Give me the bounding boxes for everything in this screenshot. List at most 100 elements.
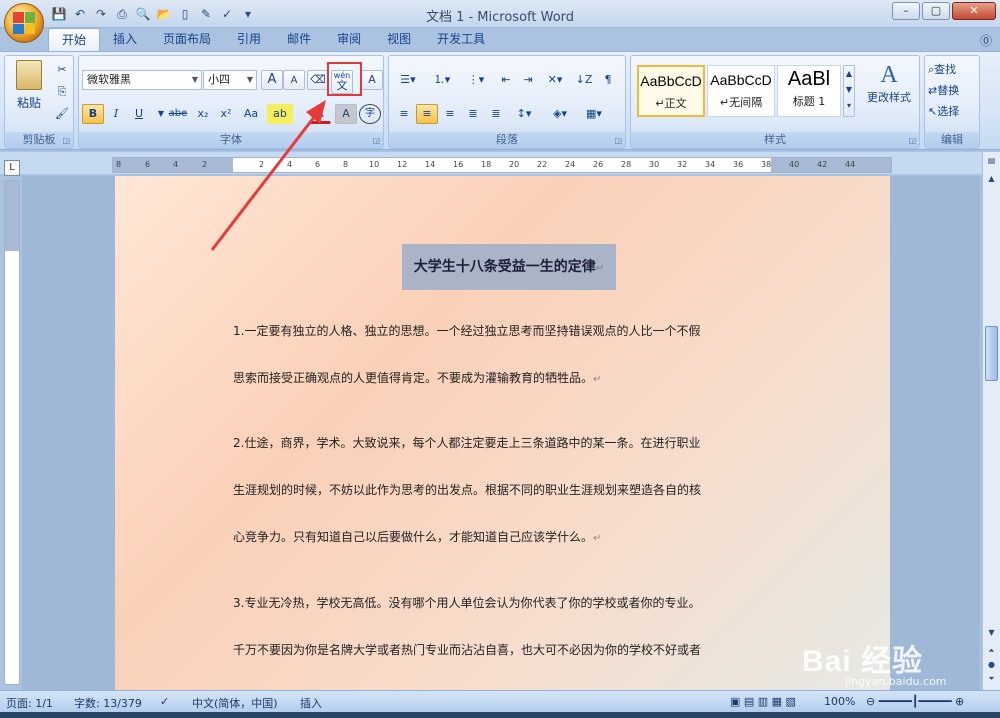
underline-button[interactable]: U [128,104,150,124]
clipboard-group: 粘贴 ✂ ⎘ 🖌 剪贴板 ◲ [4,55,74,149]
highlight-color-icon[interactable]: ab [267,104,293,124]
insert-mode[interactable]: 插入 [300,695,322,711]
clear-format-icon[interactable]: ⌫ [307,70,329,90]
vruler-top-margin [5,181,19,251]
change-styles-button[interactable]: A 更改样式 [861,62,917,105]
office-button[interactable] [4,3,44,43]
select-button[interactable]: ↖选择 [927,102,979,122]
sort-icon[interactable]: ↓Z [573,70,595,90]
tab-home[interactable]: 开始 [48,28,101,52]
style-no-spacing[interactable]: AaBbCcD ↵无间隔 [707,65,775,117]
tab-selector[interactable]: L [4,160,20,176]
language-indicator[interactable]: 中文(简体，中国) [192,695,278,711]
asian-layout-icon[interactable]: ✕▾ [541,70,569,90]
vertical-scrollbar[interactable]: ▤ ▲ ▼ ⏶ ● ⏷ [982,152,1000,690]
view-buttons-icon[interactable]: ▣ ▤ ▥ ▦ ▧ [730,695,796,708]
style-no-spacing-name: ↵无间隔 [719,96,763,109]
ruler-tick: 30 [649,160,660,169]
document-title[interactable]: 大学生十八条受益一生的定律↵ [402,244,616,290]
bullets-icon[interactable]: ☰▾ [393,70,423,90]
numbering-icon[interactable]: ⒈▾ [427,70,457,90]
paragraph-line: 2.仕途，商界，学术。大致说来，每个人都注定要走上三条道路中的某一条。在进行职业 [233,436,701,450]
align-right-icon[interactable]: ≡ [439,104,461,124]
page-count[interactable]: 页面: 1/1 [6,695,53,711]
char-border-button[interactable]: A [361,70,383,90]
zoom-slider[interactable]: ⊖ ━━━━━┃━━━━━ ⊕ [866,695,964,708]
char-shading-label: A [342,107,350,120]
clipboard-launcher-icon[interactable]: ◲ [62,136,70,145]
paragraph-launcher-icon[interactable]: ◲ [614,136,622,145]
format-painter-icon[interactable]: 🖌 [51,104,73,124]
browse-object-icon[interactable]: ● [985,660,998,674]
style-heading-1[interactable]: AaBl 标题 1 [777,65,841,117]
help-icon[interactable]: ⓪ [980,32,992,49]
subscript-button[interactable]: x₂ [192,104,214,124]
multilevel-list-icon[interactable]: ⋮▾ [461,70,491,90]
prev-page-icon[interactable]: ⏶ [985,646,998,660]
cut-icon[interactable]: ✂ [51,60,73,80]
ruler-tick: 16 [453,160,464,169]
font-name-select[interactable]: 微软雅黑 ▼ [82,70,202,90]
replace-button[interactable]: ⇄替换 [927,81,979,101]
align-left-icon[interactable]: ≡ [393,104,415,124]
justify-icon[interactable]: ≣ [462,104,484,124]
ruler-tick: 14 [425,160,436,169]
ruler-tick: 38 [761,160,772,169]
paragraph-label: 段落 [389,132,625,148]
tab-page-layout[interactable]: 页面布局 [150,28,224,52]
tab-insert[interactable]: 插入 [100,28,150,52]
style-normal[interactable]: AaBbCcD ↵正文 [637,65,705,117]
borders-icon[interactable]: ▦▾ [579,104,609,124]
increase-indent-icon[interactable]: ⇥ [517,70,539,90]
document-page[interactable]: 大学生十八条受益一生的定律↵ 1.一定要有独立的人格、独立的思想。一个经过独立思… [115,176,890,690]
tab-mailings[interactable]: 邮件 [274,28,324,52]
tab-developer[interactable]: 开发工具 [424,28,498,52]
title-bar: 💾 ↶ ↷ ⎙ 🔍 📂 ▯ ✎ ✓ ▾ 文档 1 - Microsoft Wor… [0,0,1000,28]
zoom-level[interactable]: 100% [824,695,855,708]
office-logo-icon [13,12,35,34]
char-shading-button[interactable]: A [335,104,357,124]
ruler-tick: 8 [116,160,122,169]
shrink-font-button[interactable]: A [283,70,305,90]
paragraph-2[interactable]: 2.仕途，商界，学术。大致说来，每个人都注定要走上三条道路中的某一条。在进行职业… [233,420,773,562]
show-marks-icon[interactable]: ¶ [597,70,619,90]
scroll-up-icon[interactable]: ▲ [985,174,998,188]
enclose-char-button[interactable]: 字 [359,104,381,124]
superscript-button[interactable]: x² [215,104,237,124]
strikethrough-button[interactable]: abe [165,104,191,124]
tab-review[interactable]: 审阅 [324,28,374,52]
vertical-ruler[interactable] [4,180,20,685]
shading-icon[interactable]: ◈▾ [545,104,575,124]
font-launcher-icon[interactable]: ◲ [372,136,380,145]
close-button[interactable]: ✕ [952,2,996,20]
scrollbar-thumb[interactable] [985,326,998,381]
scroll-down-icon[interactable]: ▼ [985,628,998,642]
next-page-icon[interactable]: ⏷ [985,674,998,688]
horizontal-ruler[interactable]: 8 6 4 2 2 4 6 8 10 12 14 16 18 20 22 24 … [112,157,892,173]
align-center-icon[interactable]: ≡ [416,104,438,124]
distribute-icon[interactable]: ≣ [485,104,507,124]
italic-button[interactable]: I [105,104,127,124]
decrease-indent-icon[interactable]: ⇤ [495,70,517,90]
bold-button[interactable]: B [82,104,104,124]
paragraph-3[interactable]: 3.专业无冷热，学校无高低。没有哪个用人单位会认为你代表了你的学校或者你的专业。… [233,580,773,674]
paste-button[interactable]: 粘贴 [9,60,49,111]
copy-icon[interactable]: ⎘ [51,82,73,102]
styles-launcher-icon[interactable]: ◲ [908,136,916,145]
tab-references[interactable]: 引用 [224,28,274,52]
find-button[interactable]: ⌕查找 [927,60,979,80]
font-size-select[interactable]: 小四 ▼ [203,70,257,90]
tab-view[interactable]: 视图 [374,28,424,52]
ruler-tick: 32 [677,160,688,169]
font-color-icon[interactable]: A [309,104,331,124]
styles-scroll-icon[interactable]: ▲ ▼ ▾ [843,65,855,117]
maximize-button[interactable]: ▢ [922,2,950,20]
word-count[interactable]: 字数: 13/379 [74,695,142,711]
ruler-toggle-icon[interactable]: ▤ [985,156,998,170]
change-case-button[interactable]: Aa [238,104,264,124]
grow-font-button[interactable]: A [261,70,283,90]
minimize-button[interactable]: – [892,2,920,20]
proofing-icon[interactable]: ✓ [160,695,169,708]
line-spacing-icon[interactable]: ↕▾ [509,104,539,124]
paragraph-1[interactable]: 1.一定要有独立的人格、独立的思想。一个经过独立思考而坚持错误观点的人比一个不假… [233,308,773,403]
